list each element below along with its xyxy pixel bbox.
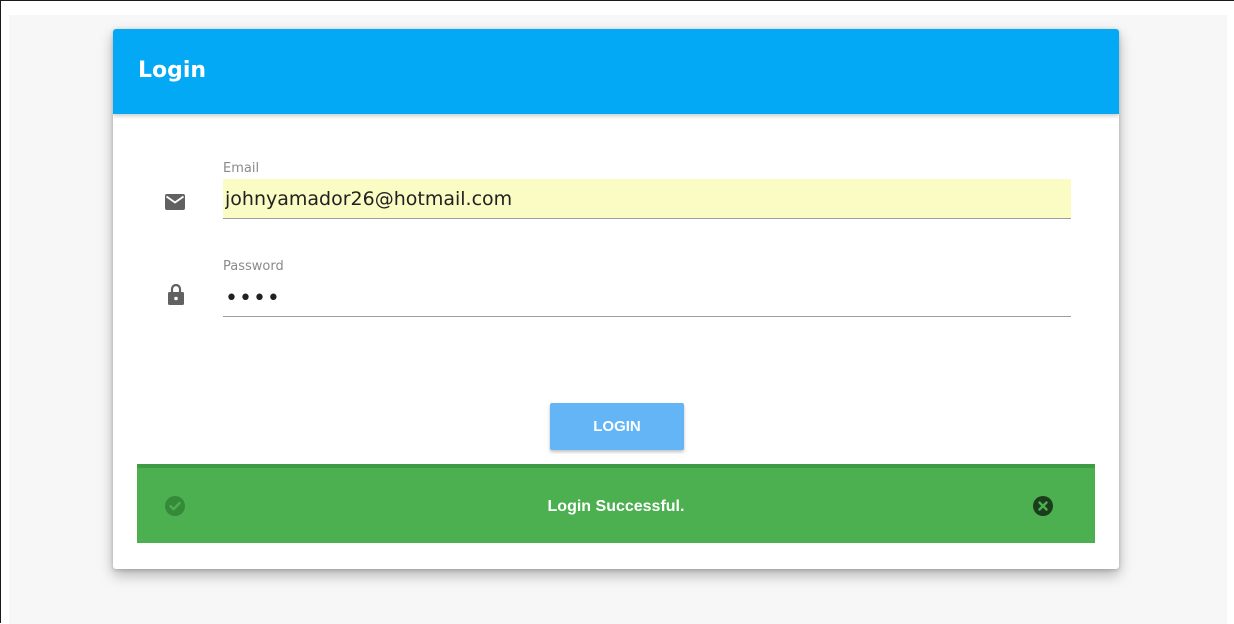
login-button[interactable]: LOGIN bbox=[550, 403, 684, 450]
alert-message: Login Successful. bbox=[547, 498, 685, 515]
email-label: Email bbox=[223, 161, 260, 176]
login-card: Login Email Password LOGIN bbox=[113, 29, 1119, 569]
success-alert: Login Successful. bbox=[137, 464, 1095, 543]
mail-icon bbox=[165, 194, 185, 215]
card-header: Login bbox=[113, 29, 1119, 114]
lock-icon bbox=[168, 283, 184, 310]
email-field[interactable] bbox=[223, 179, 1071, 219]
card-title: Login bbox=[138, 58, 207, 83]
browser-viewport: Login Email Password LOGIN bbox=[0, 0, 1234, 624]
close-circle-icon[interactable] bbox=[1033, 496, 1053, 521]
password-field[interactable] bbox=[223, 281, 1071, 317]
password-label: Password bbox=[223, 259, 284, 274]
